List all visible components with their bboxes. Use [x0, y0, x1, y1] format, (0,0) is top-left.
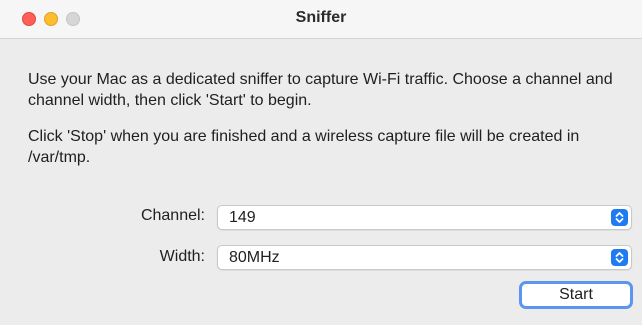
description-paragraph-1: Use your Mac as a dedicated sniffer to c… — [28, 71, 613, 109]
channel-select[interactable]: 149 — [217, 205, 632, 230]
start-button[interactable]: Start — [519, 281, 633, 309]
channel-label: Channel: — [140, 207, 205, 224]
width-selected-value: 80MHz — [229, 249, 280, 266]
channel-selected-value: 149 — [229, 209, 256, 226]
up-down-chevron-icon[interactable] — [611, 209, 628, 226]
width-label: Width: — [159, 248, 205, 265]
window-title: Sniffer — [295, 9, 347, 26]
up-down-chevron-icon[interactable] — [611, 249, 628, 266]
width-select[interactable]: 80MHz — [217, 245, 632, 270]
sniffer-window: Sniffer Use your Mac as a dedicated snif… — [0, 0, 642, 325]
title-bar[interactable]: Sniffer — [0, 0, 642, 39]
description-paragraph-2: Click 'Stop' when you are finished and a… — [28, 128, 580, 166]
